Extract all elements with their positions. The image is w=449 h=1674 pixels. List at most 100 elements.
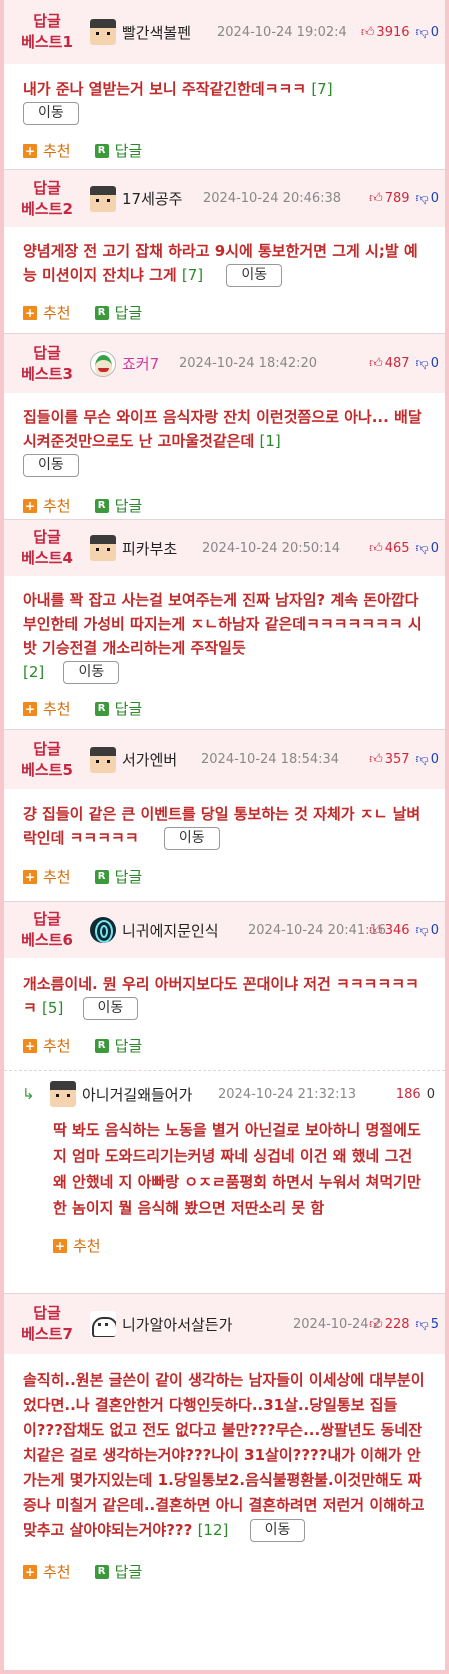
comment-item: 답글 베스트5 서가엔버 2024-10-24 18:54:34 👍︎ 357 👎︎… (4, 730, 445, 902)
upvote-count[interactable]: 186 (396, 1087, 421, 1102)
avatar[interactable] (90, 1311, 116, 1337)
upvote-button[interactable]: 👍︎ 3916 (361, 25, 410, 40)
downvote-count: 0 (430, 540, 439, 556)
recommend-button[interactable]: + 추천 (23, 698, 71, 719)
vote-counts: 👍︎ 228 👎︎ 5 (369, 1317, 439, 1332)
comment-actions: + 추천 R 답글 (4, 1561, 445, 1582)
comment-actions: + 추천 R 답글 (4, 140, 445, 161)
plus-icon: + (23, 1564, 37, 1579)
upvote-count: 789 (384, 191, 410, 206)
downvote-button[interactable]: 👎︎ 0 (416, 356, 439, 371)
avatar[interactable] (90, 917, 116, 943)
move-button[interactable]: 이동 (82, 997, 139, 1020)
downvote-button[interactable]: 👎︎ 0 (416, 923, 439, 938)
avatar[interactable] (90, 185, 116, 212)
downvote-count: 0 (430, 24, 439, 40)
recommend-button[interactable]: + 추천 (23, 140, 71, 161)
thumb-down-icon: 👎︎ (415, 540, 429, 556)
vote-counts: 👍︎ 346 👎︎ 0 (369, 923, 439, 938)
move-button[interactable]: 이동 (23, 454, 79, 477)
comment-body: 집들이를 무슨 와이프 음식자랑 잔치 이런것쯤으로 아나... 배달 시켜준것… (4, 393, 445, 477)
thumb-up-icon: 👍︎ (369, 752, 383, 767)
author-nickname[interactable]: 빨간색볼펜 (122, 22, 191, 43)
recommend-button[interactable]: + 추천 (23, 1561, 71, 1582)
move-button[interactable]: 이동 (63, 661, 120, 684)
reply-button[interactable]: R 답글 (94, 1561, 142, 1582)
reply-button[interactable]: R 답글 (94, 140, 142, 161)
move-button[interactable]: 이동 (226, 264, 283, 287)
avatar[interactable] (90, 535, 116, 561)
reply-icon: R (94, 305, 109, 320)
downvote-button[interactable]: 👎︎ 5 (416, 1317, 439, 1332)
avatar[interactable] (90, 350, 116, 377)
comment-item: 답글 베스트3 죠커7 2024-10-24 18:42:20 👍︎ 487 👎︎ 0… (4, 334, 445, 520)
thumb-up-icon: 👍︎ (369, 922, 383, 938)
author-nickname[interactable]: 죠커7 (122, 353, 159, 374)
move-button[interactable]: 이동 (23, 102, 79, 125)
author-nickname[interactable]: 아니거길왜들어가 (82, 1084, 192, 1105)
comment-text: 걍 집들이 같은 큰 이벤트를 당일 통보하는 것 자체가 ㅈㄴ 날벼락인데 ㅋ… (23, 805, 421, 847)
upvote-button[interactable]: 👍︎ 789 (369, 191, 409, 206)
reply-count[interactable]: [5] (42, 999, 63, 1017)
move-button[interactable]: 이동 (163, 827, 220, 850)
upvote-count: 465 (384, 540, 410, 556)
downvote-button[interactable]: 👎︎ 0 (416, 752, 439, 767)
comment-text: 집들이를 무슨 와이프 음식자랑 잔치 이런것쯤으로 아나... 배달 시켜준것… (23, 408, 422, 450)
downvote-button[interactable]: 👎︎ 0 (416, 25, 439, 40)
avatar[interactable] (90, 19, 116, 45)
reply-count[interactable]: [12] (198, 1521, 229, 1539)
reply-count[interactable]: [7] (182, 266, 203, 284)
reply-count[interactable]: [7] (311, 80, 332, 98)
comment-item: 답글 베스트6 니귀에지문인식 2024-10-24 20:41:16 👍︎ 346… (4, 902, 445, 1070)
vote-counts: 👍︎ 465 👎︎ 0 (369, 541, 439, 556)
move-button[interactable]: 이동 (249, 1519, 306, 1542)
recommend-button[interactable]: + 추천 (53, 1235, 101, 1256)
recommend-button[interactable]: + 추천 (23, 1035, 71, 1056)
reply-icon: R (94, 869, 109, 884)
timestamp: 2024-10-24 21:32:13 (218, 1086, 357, 1102)
comment-text: 아내를 꽉 잡고 사는걸 보여주는게 진짜 남자임? 계속 돈아깝다 부인한테 … (23, 591, 422, 657)
recommend-button[interactable]: + 추천 (23, 302, 71, 323)
timestamp: 2024-10-24 2 (293, 1316, 381, 1332)
author-nickname[interactable]: 서가엔버 (122, 749, 177, 770)
vote-counts: 👍︎ 3916 👎︎ 0 (361, 25, 439, 40)
downvote-count[interactable]: 0 (427, 1087, 435, 1102)
thumb-down-icon: 👎︎ (415, 356, 429, 371)
reply-actions: + 추천 (4, 1235, 445, 1256)
recommend-button[interactable]: + 추천 (23, 495, 71, 516)
reply-icon: R (94, 1038, 109, 1053)
reply-button[interactable]: R 답글 (94, 302, 142, 323)
reply-count[interactable]: [2] (23, 663, 44, 681)
author-nickname[interactable]: 피카부초 (122, 538, 177, 559)
upvote-count: 346 (384, 922, 410, 938)
reply-button[interactable]: R 답글 (94, 866, 142, 887)
thumb-up-icon: 👍︎ (369, 191, 383, 206)
upvote-button[interactable]: 👍︎ 487 (369, 356, 409, 371)
recommend-button[interactable]: + 추천 (23, 866, 71, 887)
comment-body: 솔직히..원본 글쓴이 같이 생각하는 남자들이 이세상에 대부분이었다면..나… (4, 1354, 445, 1543)
reply-count[interactable]: [1] (259, 432, 280, 450)
upvote-count: 487 (384, 356, 410, 371)
comment-actions: + 추천 R 답글 (4, 302, 445, 323)
upvote-button[interactable]: 👍︎ 465 (369, 541, 409, 556)
reply-body: 딱 봐도 음식하는 노동을 별거 아닌걸로 보아하니 명절에도 지 엄마 도와드… (53, 1121, 421, 1217)
upvote-button[interactable]: 👍︎ 346 (369, 923, 409, 938)
thumb-up-icon: 👍︎ (369, 540, 383, 556)
reply-button[interactable]: R 답글 (94, 1035, 142, 1056)
upvote-button[interactable]: 👍︎ 357 (369, 752, 409, 767)
downvote-count: 5 (430, 1316, 439, 1332)
downvote-button[interactable]: 👎︎ 0 (416, 191, 439, 206)
comment-text: 솔직히..원본 글쓴이 같이 생각하는 남자들이 이세상에 대부분이었다면..나… (23, 1371, 425, 1539)
author-nickname[interactable]: 17세공주 (122, 188, 183, 209)
thumb-down-icon: 👎︎ (415, 752, 429, 767)
comment-header: 답글 베스트7 니가알아서살든가 2024-10-24 2 👍︎ 228 👎︎ 5 (4, 1294, 445, 1354)
avatar[interactable] (50, 1081, 76, 1107)
upvote-count: 3916 (376, 24, 410, 40)
upvote-button[interactable]: 👍︎ 228 (369, 1317, 409, 1332)
reply-button[interactable]: R 답글 (94, 495, 142, 516)
downvote-button[interactable]: 👎︎ 0 (416, 541, 439, 556)
reply-button[interactable]: R 답글 (94, 698, 142, 719)
author-nickname[interactable]: 니가알아서살든가 (122, 1314, 232, 1335)
author-nickname[interactable]: 니귀에지문인식 (122, 920, 219, 941)
avatar[interactable] (90, 746, 116, 773)
